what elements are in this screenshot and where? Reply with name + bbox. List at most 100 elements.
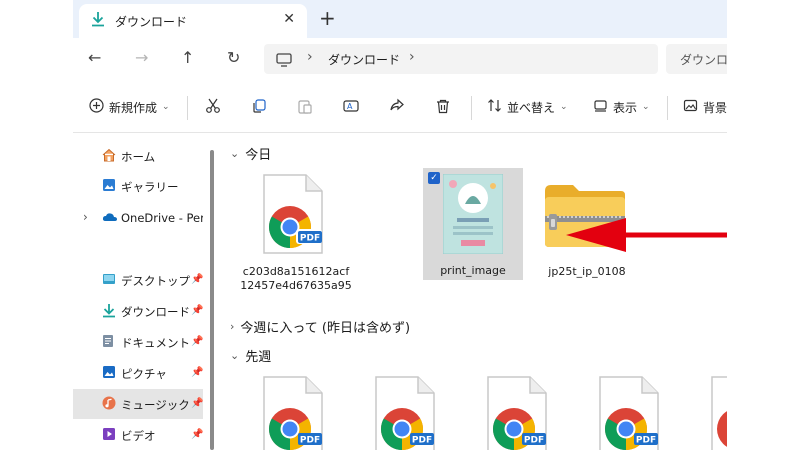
sidebar-item-gallery[interactable]: ギャラリー — [73, 171, 203, 201]
pdf-file-icon: PDF — [599, 376, 659, 450]
sidebar-item-label: ピクチャ — [121, 367, 167, 381]
gallery-icon — [102, 178, 116, 195]
group-label: 今日 — [245, 148, 272, 163]
pin-icon: 📌 — [191, 336, 203, 347]
svg-text:A: A — [347, 102, 353, 111]
image-thumbnail — [443, 174, 503, 254]
sidebar-item-home[interactable]: ホーム — [73, 141, 203, 171]
search-box[interactable]: ダウンロ — [666, 44, 727, 74]
sidebar-item-documents[interactable]: ドキュメント 📌 — [73, 327, 203, 357]
tab-title: ダウンロード — [115, 15, 188, 29]
group-label: 先週 — [245, 350, 272, 365]
pdf-file-icon: PDF — [375, 376, 435, 450]
download-icon — [102, 303, 116, 321]
chevron-down-icon: ⌄ — [230, 147, 240, 160]
background-label: 背景 — [703, 100, 727, 115]
plus-circle-icon — [89, 98, 104, 116]
sidebar-item-label: デスクトップ — [121, 274, 190, 288]
background-button[interactable]: 背景 — [683, 98, 727, 116]
forward-button[interactable]: → — [135, 48, 148, 67]
pdf-file-icon — [711, 376, 727, 450]
tab-downloads[interactable]: ダウンロード ✕ — [79, 4, 307, 38]
new-button[interactable]: 新規作成 ⌄ — [89, 98, 170, 116]
file-list-pane: ⌄ 今日 PDF c203d8a151612acf12457e4d67635a9… — [218, 133, 727, 450]
up-button[interactable]: ↑ — [181, 48, 194, 67]
pin-icon: 📌 — [191, 274, 203, 285]
cut-icon[interactable] — [205, 98, 221, 114]
svg-text:PDF: PDF — [412, 436, 432, 446]
view-label: 表示 — [613, 100, 638, 115]
sidebar-item-onedrive[interactable]: › OneDrive - Perso — [73, 203, 203, 233]
pdf-file-icon: PDF — [263, 376, 323, 450]
sidebar-scrollbar[interactable] — [210, 150, 214, 450]
sidebar-item-label: ミュージック — [121, 398, 190, 412]
document-icon — [102, 334, 114, 351]
navigation-bar: ← → ↑ ↻ › ダウンロード › ダウンロ — [73, 38, 727, 82]
sidebar-item-desktop[interactable]: デスクトップ 📌 — [73, 265, 203, 295]
pictures-icon — [102, 365, 116, 382]
sidebar-item-label: ビデオ — [121, 429, 156, 443]
divider — [667, 96, 668, 120]
delete-icon[interactable] — [435, 98, 451, 114]
computer-icon — [276, 52, 292, 71]
back-button[interactable]: ← — [88, 48, 101, 67]
rename-icon[interactable]: A — [343, 98, 359, 114]
group-header-this-week[interactable]: › 今週に入って (昨日は含めず) — [230, 317, 410, 336]
red-arrow-annotation — [566, 218, 727, 252]
view-icon — [593, 98, 608, 116]
share-icon[interactable] — [389, 98, 405, 114]
sidebar-item-label: ダウンロード — [121, 305, 190, 319]
chevron-right-icon[interactable]: › — [307, 49, 313, 65]
chevron-down-icon: ⌄ — [162, 102, 170, 112]
video-icon — [102, 427, 116, 444]
svg-text:PDF: PDF — [636, 436, 656, 446]
divider — [471, 96, 472, 120]
sidebar-item-label: ギャラリー — [121, 180, 179, 194]
chevron-down-icon: ⌄ — [230, 349, 240, 362]
close-tab-icon[interactable]: ✕ — [283, 11, 295, 27]
sidebar-item-label: ドキュメント — [121, 336, 190, 350]
chevron-down-icon: ⌄ — [642, 102, 650, 112]
pin-icon: 📌 — [191, 305, 203, 316]
pin-icon: 📌 — [191, 367, 203, 378]
sidebar-item-pictures[interactable]: ピクチャ 📌 — [73, 358, 203, 388]
chevron-right-icon[interactable]: › — [83, 210, 88, 224]
view-button[interactable]: 表示 ⌄ — [593, 98, 650, 116]
group-header-last-week[interactable]: ⌄ 先週 — [230, 346, 271, 365]
sort-button[interactable]: 並べ替え ⌄ — [487, 98, 568, 116]
breadcrumb-downloads[interactable]: ダウンロード — [328, 51, 400, 68]
title-bar: ダウンロード ✕ + — [73, 0, 727, 38]
command-bar: 新規作成 ⌄ A 並べ替え ⌄ 表示 ⌄ 背景 — [73, 84, 727, 133]
checkbox-checked-icon[interactable]: ✓ — [428, 172, 440, 184]
refresh-button[interactable]: ↻ — [227, 48, 240, 67]
svg-text:PDF: PDF — [524, 436, 544, 446]
search-placeholder: ダウンロ — [680, 53, 727, 67]
chevron-down-icon: ⌄ — [560, 102, 568, 112]
navigation-pane: ホーム ギャラリー › OneDrive - Perso デスクトップ 📌 — [73, 133, 215, 450]
chevron-right-icon[interactable]: › — [409, 49, 415, 65]
pdf-file-icon: PDF — [263, 174, 323, 254]
pdf-file-icon: PDF — [487, 376, 547, 450]
file-name: jp25t_ip_0108 — [548, 265, 626, 278]
image-icon — [683, 98, 698, 116]
copy-icon[interactable] — [251, 98, 267, 114]
new-label: 新規作成 — [109, 100, 158, 115]
chevron-right-icon: › — [230, 320, 235, 333]
group-header-today[interactable]: ⌄ 今日 — [230, 144, 271, 163]
svg-text:PDF: PDF — [300, 436, 320, 446]
paste-icon[interactable] — [297, 98, 313, 114]
address-bar[interactable]: › ダウンロード › — [264, 44, 658, 74]
pin-icon: 📌 — [191, 429, 203, 440]
sort-label: 並べ替え — [507, 100, 556, 115]
new-tab-button[interactable]: + — [319, 6, 336, 30]
sidebar-item-downloads[interactable]: ダウンロード 📌 — [73, 296, 203, 326]
sidebar-item-music[interactable]: ミュージック 📌 — [73, 389, 203, 419]
file-name: c203d8a151612acf12457e4d67635a95 — [240, 265, 352, 292]
home-icon — [102, 148, 116, 165]
desktop-icon — [102, 272, 116, 289]
file-name: print_image — [440, 264, 506, 277]
svg-text:PDF: PDF — [300, 234, 320, 244]
sidebar-item-videos[interactable]: ビデオ 📌 — [73, 420, 203, 450]
music-icon — [102, 396, 116, 413]
divider — [187, 96, 188, 120]
